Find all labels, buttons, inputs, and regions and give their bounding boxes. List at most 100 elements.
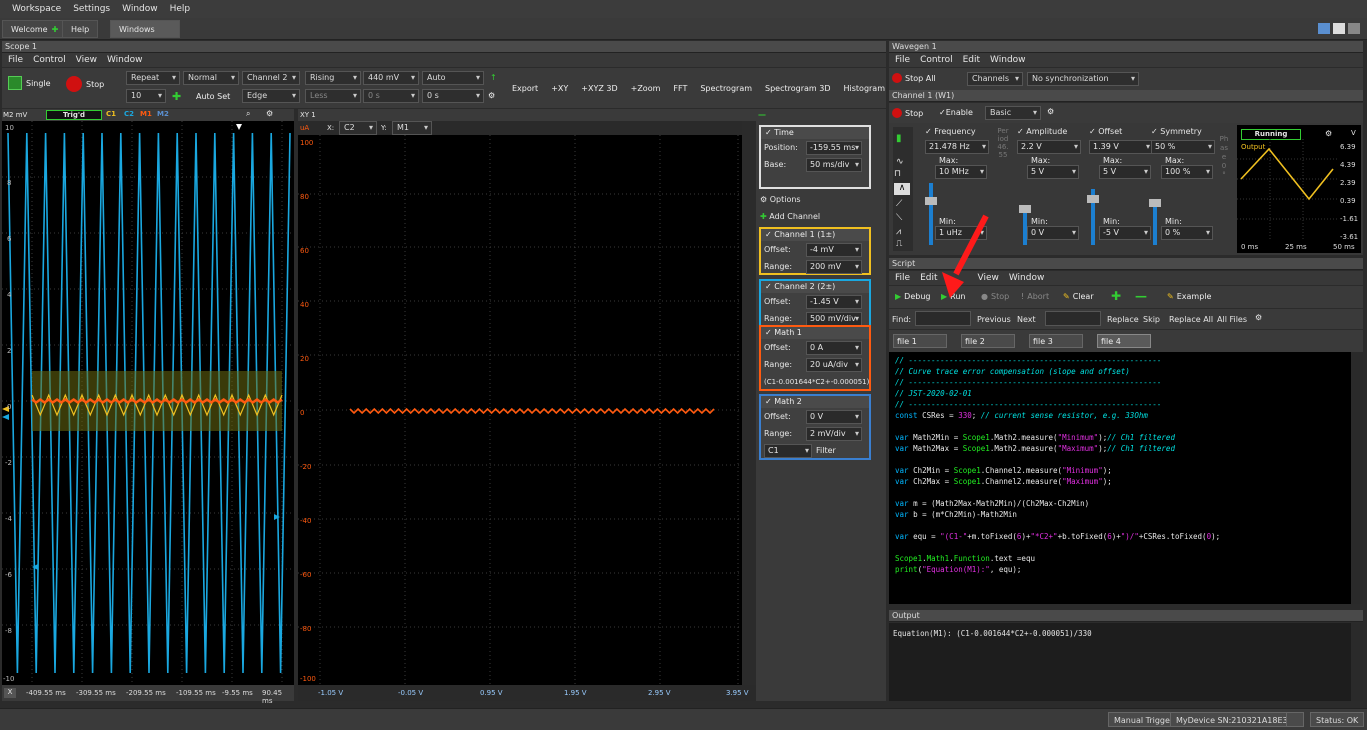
- clear-button[interactable]: ✎ Clear: [1063, 292, 1094, 301]
- gear-icon[interactable]: ⚙: [1325, 129, 1332, 138]
- offset-slider-handle[interactable]: [1087, 195, 1099, 203]
- dc-shape-icon[interactable]: ▮: [896, 133, 902, 144]
- stop-all-button[interactable]: Stop All: [892, 73, 936, 83]
- symmetry-header[interactable]: ✓ Symmetry: [1151, 127, 1219, 136]
- frequency-slider-handle[interactable]: [925, 197, 937, 205]
- output-scrollbar[interactable]: [1351, 623, 1363, 701]
- math2-source-select[interactable]: C1: [764, 443, 812, 458]
- mode-dropdown[interactable]: Normal: [183, 71, 239, 85]
- wavegen-menu-edit[interactable]: Edit: [963, 55, 980, 65]
- scope-plot-area[interactable]: 10 8 6 4 2 0 -2 -4 -6 -8 -10: [2, 121, 294, 685]
- replace-all-button[interactable]: Replace All: [1169, 315, 1213, 324]
- scope-menu-view[interactable]: View: [76, 55, 97, 65]
- channel-stop-button[interactable]: Stop: [892, 108, 923, 118]
- spectrogram3d-button[interactable]: Spectrogram 3D: [765, 84, 830, 93]
- skip-button[interactable]: Skip: [1143, 315, 1160, 324]
- debug-button[interactable]: ▶ Debug: [895, 292, 930, 301]
- trigger-level-input[interactable]: 440 mV: [363, 71, 419, 85]
- position-input[interactable]: -159.55 ms: [806, 140, 862, 155]
- gear-icon[interactable]: ⚙: [488, 91, 495, 100]
- channel1-toggle[interactable]: C1: [106, 110, 116, 118]
- remove-file-icon[interactable]: —: [1135, 289, 1147, 303]
- sine-shape-icon[interactable]: ∿: [896, 157, 904, 167]
- math2-toggle[interactable]: M2: [157, 110, 169, 118]
- enable-checkbox[interactable]: ✓ Enable: [939, 108, 973, 117]
- file-tab-1[interactable]: file 1: [893, 334, 947, 348]
- scope-menu-control[interactable]: Control: [33, 55, 66, 65]
- menu-workspace[interactable]: Workspace: [12, 4, 61, 14]
- trigger-slope-dropdown[interactable]: Rising: [305, 71, 361, 85]
- math1-range-input[interactable]: 20 uA/div: [806, 357, 862, 372]
- channels-dropdown[interactable]: Channels: [967, 72, 1023, 86]
- wavegen-menu-window[interactable]: Window: [990, 55, 1026, 65]
- pulse-shape-icon[interactable]: ⎍: [896, 239, 902, 249]
- amplitude-max-input[interactable]: 5 V: [1027, 165, 1079, 179]
- gear-icon[interactable]: ⚙: [1047, 107, 1054, 116]
- example-button[interactable]: ✎ Example: [1167, 292, 1211, 301]
- ramp-down-shape-icon[interactable]: ⟍: [896, 213, 902, 223]
- replace-input[interactable]: [1045, 311, 1101, 326]
- add-icon[interactable]: ✚: [172, 90, 181, 103]
- repeat-dropdown[interactable]: Repeat: [126, 71, 180, 85]
- menu-help[interactable]: Help: [170, 4, 191, 14]
- add-xyz3d-button[interactable]: +XYZ 3D: [581, 84, 617, 93]
- menu-window[interactable]: Window: [122, 4, 158, 14]
- triangle-shape-icon[interactable]: ∧: [894, 183, 910, 195]
- noise-shape-icon[interactable]: ⩘: [896, 227, 901, 237]
- wavegen-menu-file[interactable]: File: [895, 55, 910, 65]
- amplitude-header[interactable]: ✓ Amplitude: [1017, 127, 1085, 136]
- trigger-source-dropdown[interactable]: Channel 2: [242, 71, 300, 85]
- add-xy-button[interactable]: +XY: [551, 84, 568, 93]
- export-button[interactable]: Export: [512, 84, 538, 93]
- channel2-range-input[interactable]: 500 mV/div: [806, 311, 862, 326]
- channel2-toggle[interactable]: C2: [124, 110, 134, 118]
- add-zoom-button[interactable]: +Zoom: [631, 84, 661, 93]
- channel2-offset-input[interactable]: -1.45 V: [806, 294, 862, 309]
- wavegen-menu-control[interactable]: Control: [920, 55, 953, 65]
- offset-max-input[interactable]: 5 V: [1099, 165, 1151, 179]
- script-editor[interactable]: // -------------------------------------…: [889, 352, 1351, 604]
- abort-button[interactable]: ! Abort: [1021, 292, 1049, 301]
- amplitude-input[interactable]: 2.2 V: [1017, 140, 1081, 154]
- gear-icon[interactable]: ⚙: [1255, 313, 1262, 322]
- menu-settings[interactable]: Settings: [73, 4, 110, 14]
- stop-button[interactable]: Stop: [66, 76, 104, 92]
- channel2-offset-marker[interactable]: [2, 414, 9, 420]
- file-tab-2[interactable]: file 2: [961, 334, 1015, 348]
- offset-min-input[interactable]: -5 V: [1099, 226, 1151, 240]
- manual-trigger-button[interactable]: Manual Trigger: [1108, 712, 1180, 727]
- all-files-button[interactable]: All Files: [1217, 315, 1247, 324]
- math2-offset-input[interactable]: 0 V: [806, 409, 862, 424]
- file-tab-4[interactable]: file 4: [1097, 334, 1151, 348]
- tab-windows[interactable]: Windows: [110, 20, 180, 38]
- symmetry-input[interactable]: 50 %: [1151, 140, 1215, 154]
- spectrogram-button[interactable]: Spectrogram: [700, 84, 752, 93]
- amplitude-slider[interactable]: [1023, 213, 1027, 245]
- options-button[interactable]: ⚙ Options: [760, 195, 801, 204]
- script-menu-window[interactable]: Window: [1009, 273, 1045, 283]
- channel1-offset-input[interactable]: -4 mV: [806, 242, 862, 257]
- auto-dropdown[interactable]: Auto: [422, 71, 484, 85]
- auto-set-button[interactable]: Auto Set: [196, 92, 230, 101]
- window-icon[interactable]: [1333, 23, 1345, 34]
- symmetry-slider[interactable]: [1153, 207, 1157, 245]
- offset-input[interactable]: 1.39 V: [1089, 140, 1153, 154]
- script-menu-file[interactable]: File: [895, 273, 910, 283]
- frequency-header[interactable]: ✓ Frequency: [925, 127, 993, 136]
- square-shape-icon[interactable]: ⊓: [894, 169, 901, 179]
- math1-toggle[interactable]: M1: [140, 110, 152, 118]
- condition-dropdown[interactable]: Less: [305, 89, 361, 103]
- symmetry-max-input[interactable]: 100 %: [1161, 165, 1213, 179]
- xy-y-select[interactable]: M1: [392, 121, 432, 135]
- frequency-slider[interactable]: [929, 183, 933, 245]
- replace-button[interactable]: Replace: [1107, 315, 1139, 324]
- frequency-max-input[interactable]: 10 MHz: [935, 165, 987, 179]
- math2-range-input[interactable]: 2 mV/div: [806, 426, 862, 441]
- frequency-input[interactable]: 21.478 Hz: [925, 140, 989, 154]
- zoom-icon[interactable]: ⌕: [246, 109, 250, 119]
- hold-input[interactable]: 0 s: [363, 89, 419, 103]
- arrow-up-icon[interactable]: ↑: [490, 73, 497, 82]
- amplitude-slider-handle[interactable]: [1019, 205, 1031, 213]
- settings-icon[interactable]: ⚙: [266, 109, 273, 118]
- trigger-level-marker[interactable]: [274, 514, 280, 520]
